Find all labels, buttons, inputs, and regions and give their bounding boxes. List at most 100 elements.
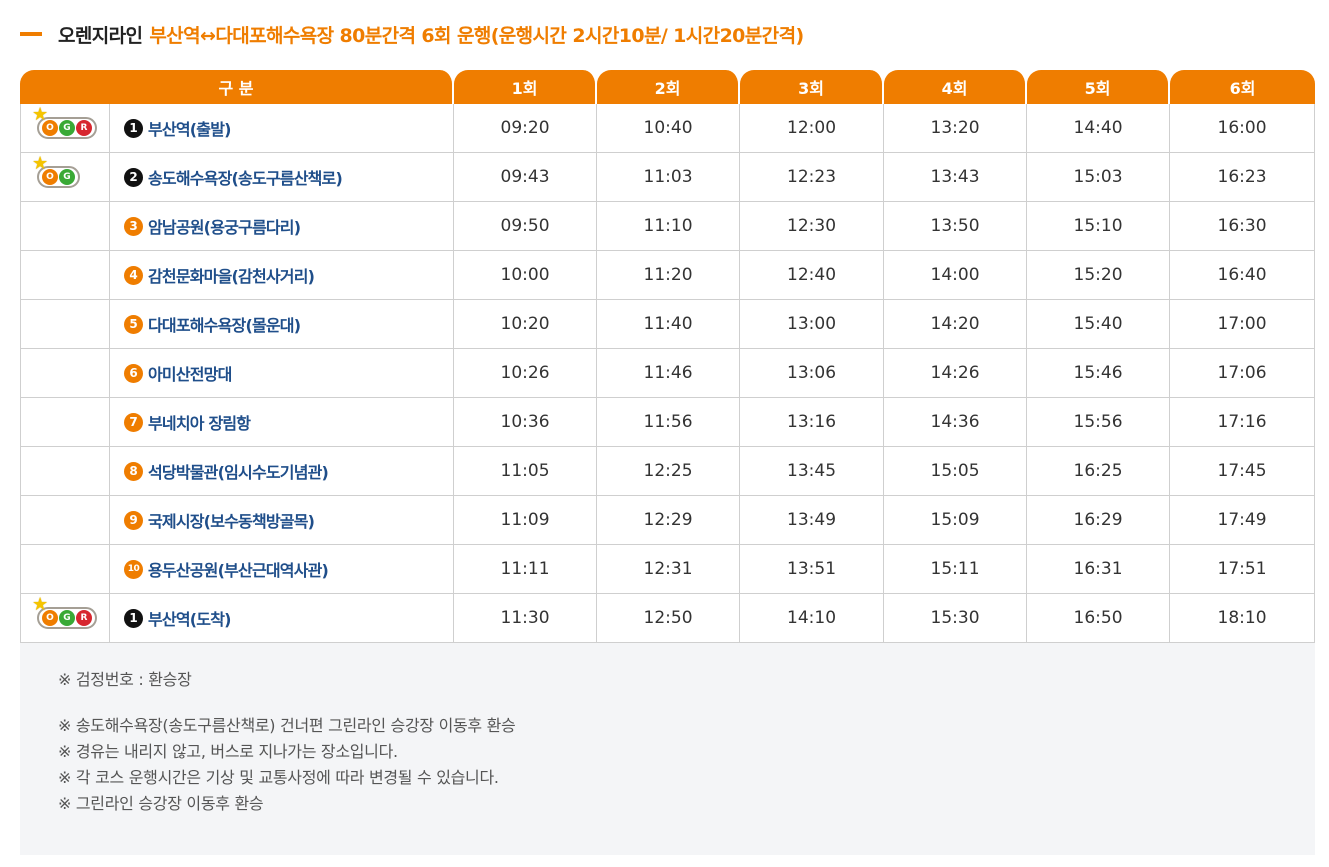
- time-cell-trip-6: 16:30: [1170, 202, 1316, 251]
- time-cell-trip-3: 12:30: [740, 202, 885, 251]
- column-header-trip-4: 4회: [884, 70, 1028, 104]
- transfer-icon-cell: O G ★: [20, 153, 110, 202]
- stop-cell: 3 암남공원(용궁구름다리): [110, 202, 455, 251]
- time-cell-trip-2: 11:56: [597, 398, 741, 447]
- table-row: 9 국제시장(보수동책방골목) 11:09 12:29 13:49 15:09 16:29 1…: [20, 496, 1316, 545]
- stop-label: 5 다대포해수욕장(몰운대): [124, 312, 453, 336]
- time-cell-trip-3: 13:45: [740, 447, 885, 496]
- star-icon: ★: [32, 593, 49, 615]
- transfer-icon-cell: [20, 202, 110, 251]
- transfer-icon-cell: [20, 496, 110, 545]
- time-cell-trip-6: 17:00: [1170, 300, 1316, 349]
- stop-label: 7 부네치아 장림항: [124, 410, 453, 434]
- stop-cell: 6 아미산전망대: [110, 349, 455, 398]
- title-dash-marker: [20, 32, 42, 36]
- stop-label: 6 아미산전망대: [124, 361, 453, 385]
- time-cell-trip-4: 14:00: [884, 251, 1028, 300]
- time-cell-trip-5: 15:40: [1027, 300, 1171, 349]
- stop-cell: 4 감천문화마을(감천사거리): [110, 251, 455, 300]
- column-header-trip-2: 2회: [597, 70, 741, 104]
- time-cell-trip-6: 17:49: [1170, 496, 1316, 545]
- time-cell-trip-6: 17:16: [1170, 398, 1316, 447]
- stop-cell: 9 국제시장(보수동책방골목): [110, 496, 455, 545]
- transfer-icon-cell: [20, 398, 110, 447]
- route-name: 오렌지라인: [58, 24, 143, 47]
- time-cell-trip-5: 15:20: [1027, 251, 1171, 300]
- note-pass-through: ※ 경유는 내리지 않고, 버스로 지나가는 장소입니다.: [58, 742, 398, 761]
- table-row: 4 감천문화마을(감천사거리) 10:00 11:20 12:40 14:00 15:20 1…: [20, 251, 1316, 300]
- time-cell-trip-2: 11:20: [597, 251, 741, 300]
- stop-label: 2 송도해수욕장(송도구름산책로): [124, 165, 453, 189]
- time-cell-trip-2: 12:25: [597, 447, 741, 496]
- table-row: O G R ★ 1 부산역(출발) 09:20 10:40 12:00 13:20 14:40 16:…: [20, 104, 1316, 153]
- time-cell-trip-5: 15:10: [1027, 202, 1171, 251]
- time-cell-trip-3: 13:51: [740, 545, 885, 594]
- time-cell-trip-4: 14:20: [884, 300, 1028, 349]
- time-cell-trip-2: 12:31: [597, 545, 741, 594]
- time-cell-trip-5: 15:03: [1027, 153, 1171, 202]
- time-cell-trip-1: 11:30: [454, 594, 598, 643]
- schedule-table: 구 분 1회 2회 3회 4회 5회 6회 O G R ★ 1 부산역(출발) 09:20 1…: [20, 70, 1316, 643]
- stop-cell: 10 용두산공원(부산근대역사관): [110, 545, 455, 594]
- stop-number-icon: 9: [124, 510, 143, 530]
- stop-name: 다대포해수욕장(몰운대): [148, 316, 301, 335]
- stop-number-icon: 3: [124, 216, 143, 236]
- stop-number-icon: 8: [124, 461, 143, 481]
- transfer-badge: O G R ★: [31, 105, 99, 141]
- time-cell-trip-5: 16:50: [1027, 594, 1171, 643]
- time-cell-trip-4: 13:20: [884, 104, 1028, 153]
- time-cell-trip-5: 16:31: [1027, 545, 1171, 594]
- time-cell-trip-2: 11:40: [597, 300, 741, 349]
- stop-number-icon: 1: [124, 118, 143, 138]
- line-dot-g-icon: G: [59, 168, 75, 185]
- time-cell-trip-6: 17:51: [1170, 545, 1316, 594]
- transfer-icon-cell: O G R ★: [20, 594, 110, 643]
- time-cell-trip-4: 13:50: [884, 202, 1028, 251]
- time-cell-trip-3: 14:10: [740, 594, 885, 643]
- note-green-transfer: ※ 그린라인 승강장 이동후 환승: [58, 794, 264, 813]
- stop-cell: 1 부산역(출발): [110, 104, 455, 153]
- time-cell-trip-5: 15:46: [1027, 349, 1171, 398]
- notes-box: ※ 검정번호 : 환승장 ※ 송도해수욕장(송도구름산책로) 건너편 그린라인 …: [20, 643, 1315, 855]
- section-title: 오렌지라인 부산역↔다대포해수욕장 80분간격 6회 운행(운행시간 2시간10…: [20, 18, 804, 50]
- stop-number-icon: 2: [124, 167, 143, 187]
- time-cell-trip-1: 10:00: [454, 251, 598, 300]
- time-cell-trip-4: 14:36: [884, 398, 1028, 447]
- time-cell-trip-2: 12:29: [597, 496, 741, 545]
- column-header-trip-3: 3회: [740, 70, 885, 104]
- column-header-division: 구 분: [20, 70, 455, 104]
- time-cell-trip-1: 10:36: [454, 398, 598, 447]
- time-cell-trip-1: 11:09: [454, 496, 598, 545]
- time-cell-trip-2: 11:03: [597, 153, 741, 202]
- stop-label: 4 감천문화마을(감천사거리): [124, 263, 453, 287]
- transfer-badge: O G R ★: [31, 595, 99, 631]
- transfer-icon-cell: [20, 447, 110, 496]
- time-cell-trip-3: 12:40: [740, 251, 885, 300]
- time-cell-trip-6: 18:10: [1170, 594, 1316, 643]
- transfer-icon-cell: [20, 545, 110, 594]
- table-header-row: 구 분 1회 2회 3회 4회 5회 6회: [20, 70, 1316, 104]
- stop-cell: 2 송도해수욕장(송도구름산책로): [110, 153, 455, 202]
- table-row: 7 부네치아 장림항 10:36 11:56 13:16 14:36 15:56 17:16: [20, 398, 1316, 447]
- stop-name: 부산역(출발): [148, 120, 231, 139]
- stop-name: 국제시장(보수동책방골목): [148, 512, 315, 531]
- table-row: O G R ★ 1 부산역(도착) 11:30 12:50 14:10 15:30 16:50 18:…: [20, 594, 1316, 643]
- time-cell-trip-3: 12:00: [740, 104, 885, 153]
- route-summary: 부산역↔다대포해수욕장 80분간격 6회 운행(운행시간 2시간10분/ 1시간…: [149, 24, 804, 47]
- line-dot-r-icon: R: [76, 119, 92, 136]
- time-cell-trip-1: 11:05: [454, 447, 598, 496]
- time-cell-trip-2: 11:10: [597, 202, 741, 251]
- line-dot-r-icon: R: [76, 609, 92, 626]
- stop-cell: 5 다대포해수욕장(몰운대): [110, 300, 455, 349]
- time-cell-trip-3: 12:23: [740, 153, 885, 202]
- time-cell-trip-2: 10:40: [597, 104, 741, 153]
- time-cell-trip-5: 14:40: [1027, 104, 1171, 153]
- transfer-icon-cell: [20, 251, 110, 300]
- time-cell-trip-6: 16:00: [1170, 104, 1316, 153]
- stop-label: 1 부산역(출발): [124, 116, 453, 140]
- time-cell-trip-2: 11:46: [597, 349, 741, 398]
- stop-number-icon: 7: [124, 412, 143, 432]
- stop-label: 1 부산역(도착): [124, 606, 453, 630]
- time-cell-trip-1: 09:50: [454, 202, 598, 251]
- stop-number-icon: 6: [124, 363, 143, 383]
